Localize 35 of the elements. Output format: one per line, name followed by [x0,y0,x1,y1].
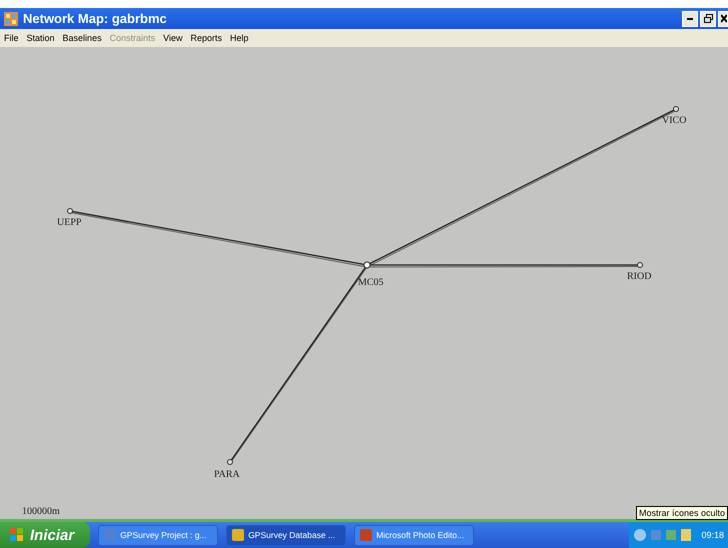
grid-icon [4,12,18,26]
station-marker[interactable] [364,262,370,268]
station-label: PARA [214,469,240,480]
app-icon [104,529,116,541]
clock: 09:18 [701,530,724,540]
station-marker[interactable] [673,106,679,112]
minimize-icon [687,18,693,20]
taskbar-button[interactable]: GPSurvey Database ... [226,524,346,546]
minimize-button[interactable] [682,10,698,27]
station-marker[interactable] [637,262,643,268]
station-marker[interactable] [227,459,233,465]
scale-label: 100000m [22,506,60,517]
menu-item[interactable]: Reports [190,33,222,44]
menu-item[interactable]: Baselines [62,33,102,44]
menu-item[interactable]: View [163,33,182,44]
restore-icon [704,14,712,24]
tooltip: Mostrar ícones oculto [636,506,728,520]
station-marker[interactable] [67,208,73,214]
menu-item[interactable]: Help [230,33,248,44]
restore-button[interactable] [700,10,716,27]
menu-item[interactable]: Station [26,33,55,44]
station-label: UEPP [57,217,82,228]
station-label: RIOD [627,271,652,282]
taskbar-button[interactable]: GPSurvey Project : g... [98,524,218,546]
station-label: VICO [662,115,686,126]
window-title: Network Map: gabrbmc [23,11,167,26]
close-icon [721,14,727,24]
windows-flag-icon [10,528,24,542]
station-label: MC05 [358,277,384,288]
close-button[interactable] [718,10,728,27]
menu-item[interactable]: File [4,33,19,44]
start-button[interactable]: Iniciar [0,522,90,548]
app-icon [232,529,244,541]
app-icon [360,529,372,541]
taskbar-button[interactable]: Microsoft Photo Edito... [354,524,474,546]
